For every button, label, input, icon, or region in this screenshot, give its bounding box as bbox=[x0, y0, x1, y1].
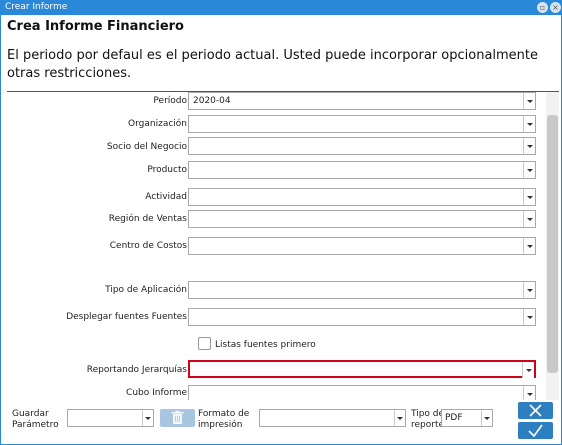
chevron-down-icon[interactable] bbox=[523, 211, 535, 227]
minimize-icon[interactable]: ▫ bbox=[537, 2, 548, 13]
chevron-down-icon[interactable] bbox=[523, 162, 535, 178]
window-titlebar: Crear Informe bbox=[0, 0, 562, 15]
listas-fuentes-checkbox[interactable] bbox=[198, 337, 211, 350]
format-combo[interactable] bbox=[259, 409, 406, 427]
chevron-down-icon[interactable] bbox=[523, 93, 535, 109]
report-type-combo[interactable]: PDF bbox=[441, 409, 493, 427]
parameter-panel: Período 2020-04 Organización Socio del N… bbox=[7, 92, 560, 400]
chevron-down-icon[interactable] bbox=[523, 138, 535, 154]
ok-button[interactable] bbox=[518, 422, 553, 439]
field-label-region: Región de Ventas bbox=[108, 214, 187, 224]
chevron-down-icon[interactable] bbox=[523, 282, 535, 298]
field-label-cubo-informe: Cubo Informe bbox=[126, 388, 187, 398]
x-icon bbox=[529, 404, 542, 417]
field-label-organizacion: Organización bbox=[128, 119, 187, 129]
field-label-actividad: Actividad bbox=[145, 192, 187, 202]
field-label-periodo: Período bbox=[153, 96, 187, 106]
save-param-label-line2: Parámetro bbox=[12, 420, 59, 430]
report-type-label-line1: Tipo de bbox=[411, 409, 445, 419]
listas-fuentes-label: Listas fuentes primero bbox=[215, 340, 316, 350]
organizacion-combo[interactable] bbox=[188, 115, 536, 133]
format-label-line1: Formato de bbox=[198, 409, 250, 419]
chevron-down-icon[interactable] bbox=[523, 189, 535, 205]
chevron-down-icon[interactable] bbox=[481, 410, 492, 426]
vertical-scrollbar[interactable] bbox=[546, 92, 559, 400]
field-label-socio: Socio del Negocio bbox=[106, 142, 187, 152]
page-title: Crea Informe Financiero bbox=[7, 19, 184, 34]
close-icon[interactable]: × bbox=[550, 2, 561, 13]
field-label-centro-costos: Centro de Costos bbox=[109, 241, 187, 251]
format-label-line2: impresión bbox=[198, 420, 243, 430]
periodo-value: 2020-04 bbox=[193, 96, 231, 106]
trash-icon bbox=[171, 410, 184, 424]
window-title: Crear Informe bbox=[5, 2, 68, 12]
save-param-label-line1: Guardar bbox=[12, 409, 49, 419]
scrollbar-thumb[interactable] bbox=[547, 115, 558, 373]
tipo-aplicacion-combo[interactable] bbox=[188, 281, 536, 299]
reportando-jerarquias-combo[interactable] bbox=[188, 360, 536, 378]
desplegar-fuentes-combo[interactable] bbox=[188, 308, 536, 326]
cancel-button[interactable] bbox=[518, 402, 553, 419]
field-label-reportando-jerarquias: Reportando Jerarquías bbox=[86, 365, 187, 375]
chevron-down-icon[interactable] bbox=[523, 309, 535, 325]
socio-negocio-combo[interactable] bbox=[188, 137, 536, 155]
field-label-tipo-aplicacion: Tipo de Aplicación bbox=[105, 285, 187, 295]
producto-combo[interactable] bbox=[188, 161, 536, 179]
check-icon bbox=[528, 424, 543, 438]
description-text: El periodo por defaul es el periodo actu… bbox=[7, 48, 539, 81]
actividad-combo[interactable] bbox=[188, 188, 536, 206]
format-label: Formato de impresión bbox=[198, 409, 249, 431]
report-type-label-line2: reporte bbox=[411, 420, 445, 430]
save-param-label: Guardar Parámetro bbox=[12, 409, 59, 431]
chevron-down-icon[interactable] bbox=[523, 116, 535, 132]
chevron-down-icon[interactable] bbox=[522, 362, 534, 378]
field-label-producto: Producto bbox=[147, 165, 187, 175]
periodo-combo[interactable]: 2020-04 bbox=[188, 92, 536, 110]
chevron-down-icon[interactable] bbox=[394, 410, 405, 426]
save-param-combo[interactable] bbox=[67, 409, 154, 427]
report-type-value: PDF bbox=[445, 413, 463, 423]
report-type-label: Tipo de reporte bbox=[411, 409, 444, 431]
region-ventas-combo[interactable] bbox=[188, 210, 536, 228]
cubo-informe-combo[interactable] bbox=[188, 385, 536, 400]
chevron-down-icon[interactable] bbox=[142, 410, 153, 426]
chevron-down-icon[interactable] bbox=[523, 386, 535, 400]
centro-costos-combo[interactable] bbox=[188, 237, 536, 255]
delete-param-button[interactable] bbox=[160, 409, 195, 427]
chevron-down-icon[interactable] bbox=[523, 238, 535, 254]
field-label-desplegar-fuentes: Desplegar fuentes Fuentes bbox=[66, 312, 187, 322]
